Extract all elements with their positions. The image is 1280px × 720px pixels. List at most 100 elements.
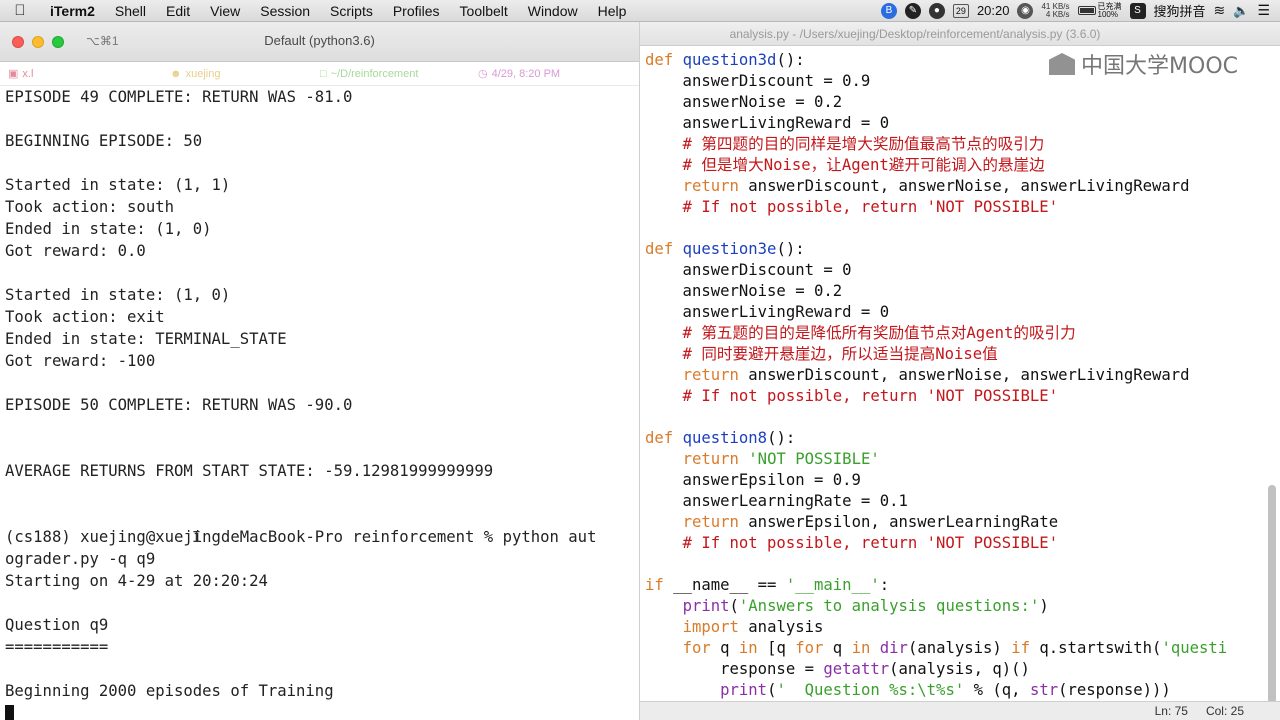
code-line: response = getattr(analysis, q)() (645, 659, 1266, 680)
code-token: for (795, 639, 824, 657)
code-token: (): (776, 51, 805, 69)
battery-icon (1077, 6, 1096, 15)
battery-status[interactable]: 已充满 100% (1077, 2, 1122, 19)
menu-toolbelt[interactable]: Toolbelt (450, 3, 518, 19)
code-token: answerLivingReward = 0 (645, 114, 890, 132)
code-token: (): (767, 429, 796, 447)
code-token: # If not possible, return 'NOT POSSIBLE' (645, 387, 1059, 405)
menu-bar:  iTerm2 Shell Edit View Session Scripts… (0, 0, 1280, 22)
code-token: __name__ == (663, 576, 786, 594)
network-speed[interactable]: 41 KB/s 4 KB/s (1041, 2, 1069, 19)
code-token: return (682, 513, 739, 531)
code-token: '__main__' (785, 576, 880, 594)
code-line: # 同时要避开悬崖边，所以适当提高Noise值 (645, 344, 1266, 365)
menu-edit[interactable]: Edit (156, 3, 200, 19)
menu-profiles[interactable]: Profiles (383, 3, 450, 19)
code-token: question3e (682, 240, 777, 258)
editor-scrollbar[interactable] (1268, 50, 1276, 715)
code-line: if __name__ == '__main__': (645, 575, 1266, 596)
code-token: (analysis) (907, 639, 1012, 657)
menu-app-iterm2[interactable]: iTerm2 (40, 3, 105, 19)
editor-scrollbar-thumb[interactable] (1268, 485, 1276, 715)
terminal-line: ograder.py -q q9 (5, 550, 156, 568)
code-line: print(' Question %s:\t%s' % (q, str(resp… (645, 680, 1266, 701)
terminal-output[interactable]: EPISODE 49 COMPLETE: RETURN WAS -81.0 BEG… (0, 86, 639, 720)
line-number: Ln: 75 (1154, 704, 1188, 718)
user-icon: ☻ (170, 67, 182, 80)
code-token: q (710, 639, 739, 657)
code-token: # 第四题的目的同样是增大奖励值最高节点的吸引力 (645, 135, 1045, 153)
menu-help[interactable]: Help (588, 3, 637, 19)
disc-icon[interactable]: ● (928, 2, 945, 19)
menu-session[interactable]: Session (250, 3, 320, 19)
menu-window[interactable]: Window (518, 3, 588, 19)
code-token: (analysis, q)() (889, 660, 1030, 678)
code-token: def (645, 240, 683, 258)
ime-label[interactable]: 搜狗拼音 (1154, 1, 1206, 20)
apple-menu-icon[interactable]:  (0, 2, 40, 19)
calendar-badge[interactable]: 29 (952, 3, 969, 18)
terminal-line: Got reward: 0.0 (5, 242, 146, 260)
code-token: return (682, 450, 739, 468)
column-number: Col: 25 (1205, 704, 1244, 718)
code-line: def question3e(): (645, 239, 1266, 260)
terminal-line: Took action: exit (5, 308, 165, 326)
terminal-title: Default (python3.6) (264, 33, 375, 48)
terminal-window: ⌥⌘1 Default (python3.6) ▣ x.l ☻ xuejing … (0, 22, 640, 720)
terminal-line: BEGINNING EPISODE: 50 (5, 132, 203, 150)
terminal-titlebar[interactable]: ⌥⌘1 Default (python3.6) (0, 22, 639, 62)
terminal-line: Beginning 2000 episodes of Training (5, 682, 334, 700)
terminal-line: Started in state: (1, 1) (5, 176, 231, 194)
code-line: answerNoise = 0.2 (645, 92, 1266, 113)
code-line: answerNoise = 0.2 (645, 281, 1266, 302)
control-center-icon[interactable]: ☰ (1257, 2, 1270, 19)
editor-window: analysis.py - /Users/xuejing/Desktop/rei… (640, 22, 1280, 720)
menu-scripts[interactable]: Scripts (320, 3, 383, 19)
bluetooth-icon[interactable]: B (880, 2, 897, 19)
terminal-line: AVERAGE RETURNS FROM START STATE: -59.12… (5, 462, 494, 480)
ime-icon[interactable]: S (1129, 2, 1146, 19)
code-token: 'Answers to analysis questions:' (738, 597, 1040, 615)
code-token: def (645, 429, 683, 447)
menu-view[interactable]: View (200, 3, 250, 19)
code-token: : (879, 576, 890, 594)
battery-percent: 100% (1097, 9, 1118, 19)
code-token: answerEpsilon = 0.9 (645, 471, 861, 489)
computer-icon: ▣ (8, 68, 19, 80)
menu-shell[interactable]: Shell (105, 3, 156, 19)
globe-icon[interactable]: ◉ (1017, 2, 1034, 19)
editor-title[interactable]: analysis.py - /Users/xuejing/Desktop/rei… (640, 22, 1280, 46)
code-editor[interactable]: def question3d(): answerDiscount = 0.9 a… (640, 50, 1266, 701)
status-datetime-text: 4/29, 8:20 PM (491, 67, 561, 80)
code-token: getattr (823, 660, 890, 678)
code-token: def (645, 51, 683, 69)
code-token: answerDiscount, answerNoise, answerLivin… (738, 177, 1190, 195)
code-token: 'NOT POSSIBLE' (748, 450, 880, 468)
code-line: answerLivingReward = 0 (645, 302, 1266, 323)
wifi-icon[interactable]: ≋ (1214, 2, 1226, 19)
clock[interactable]: 20:20 (977, 3, 1010, 18)
code-token: dir (879, 639, 908, 657)
code-token: q.startswith( (1030, 639, 1162, 657)
pen-icon[interactable]: ✎ (904, 2, 921, 19)
code-token: ' Question %s:\t%s' (776, 681, 965, 699)
code-token: answerEpsilon, answerLearningRate (738, 513, 1059, 531)
code-token: print (682, 597, 730, 615)
code-line: def question3d(): (645, 50, 1266, 71)
code-token: print (720, 681, 768, 699)
volume-icon[interactable]: 🔈 (1233, 3, 1249, 19)
code-line: answerLivingReward = 0 (645, 113, 1266, 134)
code-token: return (682, 177, 739, 195)
